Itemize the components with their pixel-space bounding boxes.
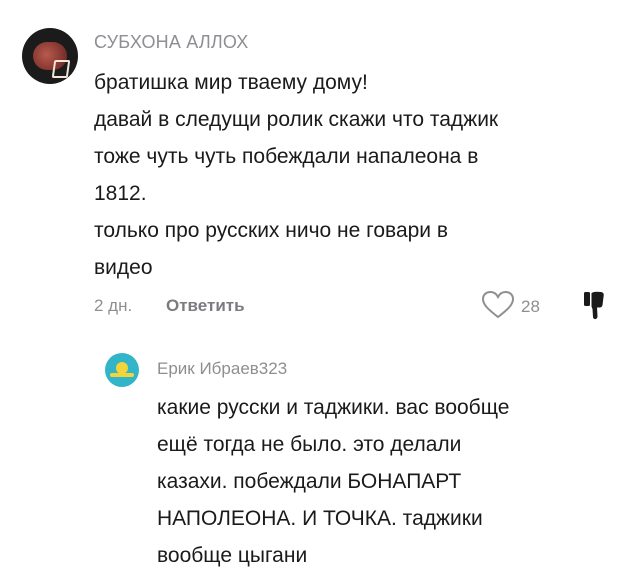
reply-button[interactable]: Ответить	[166, 296, 245, 316]
comment-line: давай в следущи ролик скажи что таджик	[94, 108, 499, 131]
reply-username[interactable]: Ерик Ибраев323	[157, 359, 287, 379]
heart-outline-icon[interactable]	[481, 290, 515, 325]
comment-date: 2 дн.	[94, 296, 133, 315]
comment-line: тоже чуть чуть побеждали напалеона в	[94, 145, 479, 168]
like-count: 28	[521, 297, 540, 316]
avatar-image	[33, 42, 71, 78]
comment-text: братишка мир тваему дому! давай в следущ…	[94, 64, 614, 286]
reply-line: вообще цыгани	[157, 544, 308, 567]
reply-text: какие русски и таджики. вас вообще ещё т…	[157, 389, 627, 574]
reply-line: ещё тогда не было. это делали	[157, 433, 462, 456]
reply-line: НАПОЛЕОНА. И ТОЧКА. таджики	[157, 507, 483, 530]
flag-eagle	[110, 373, 134, 377]
comment-line: братишка мир тваему дому!	[94, 71, 368, 94]
comment-line: видео	[94, 256, 153, 279]
avatar[interactable]	[105, 353, 139, 387]
thumbs-down-icon[interactable]	[582, 289, 606, 328]
comment-line: 1812.	[94, 182, 147, 205]
avatar[interactable]	[22, 28, 78, 84]
reply-line: казахи. побеждали БОНАПАРТ	[157, 470, 462, 493]
reply-line: какие русски и таджики. вас вообще	[157, 396, 510, 419]
comment-line: только про русских ничо не говари в	[94, 219, 449, 242]
comment-username[interactable]: СУБХОНА АЛЛОХ	[94, 32, 249, 53]
comment-meta: 2 дн. Ответить 28	[94, 290, 634, 322]
